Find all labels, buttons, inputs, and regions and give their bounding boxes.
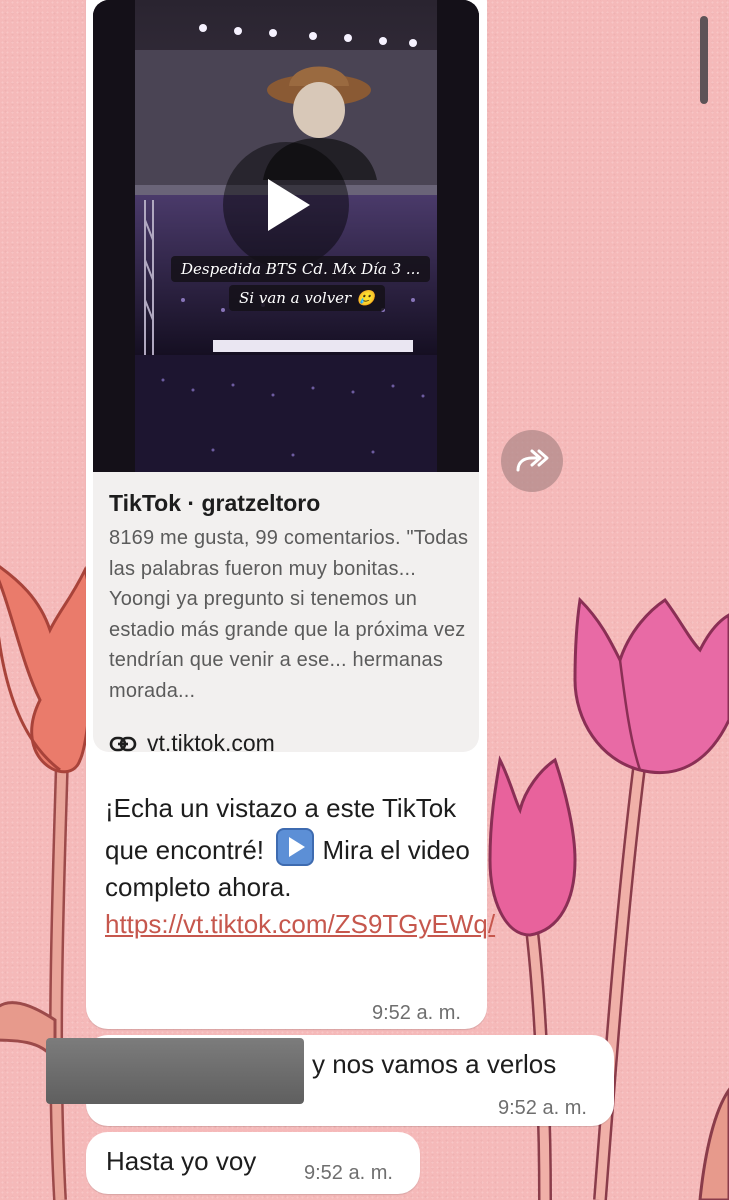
preview-title: TikTok · gratzeltoro [109, 490, 321, 516]
play-button[interactable] [223, 142, 349, 268]
forward-button[interactable] [501, 430, 563, 492]
video-caption-2: Si van a volver 🥲 [229, 285, 385, 311]
link-preview-card[interactable]: Despedida BTS Cd. Mx Día 3 ... Si van a … [93, 0, 479, 752]
message-text: ¡Echa un vistazo a este TikTok que encon… [105, 790, 495, 943]
play-icon [268, 179, 310, 231]
message-3-timestamp: 9:52 a. m. [304, 1162, 393, 1184]
play-button-emoji [276, 828, 315, 866]
preview-domain: vt.tiktok.com [147, 730, 275, 752]
link-icon [109, 736, 137, 751]
message-bubble-3[interactable]: Hasta yo voy 9:52 a. m. [86, 1132, 420, 1194]
redacted-block [46, 1038, 304, 1104]
message-2-text: y nos vamos a verlos [312, 1049, 557, 1079]
preview-domain-row[interactable]: vt.tiktok.com [109, 730, 275, 752]
message-3-text: Hasta yo voy [106, 1146, 257, 1176]
forward-icon [516, 449, 549, 472]
scroll-indicator[interactable] [700, 16, 708, 104]
message-bubble-tiktok[interactable]: Despedida BTS Cd. Mx Día 3 ... Si van a … [86, 0, 495, 1029]
preview-description: 8169 me gusta, 99 comentarios. "Todas la… [109, 527, 469, 702]
video-thumbnail[interactable]: Despedida BTS Cd. Mx Día 3 ... Si van a … [93, 0, 479, 472]
message-url-link[interactable]: https://vt.tiktok.com/ZS9TGyEWq/ [105, 909, 495, 939]
video-caption-1: Despedida BTS Cd. Mx Día 3 ... [171, 256, 431, 282]
message-2-timestamp: 9:52 a. m. [498, 1097, 587, 1119]
message-timestamp: 9:52 a. m. [372, 1002, 461, 1024]
